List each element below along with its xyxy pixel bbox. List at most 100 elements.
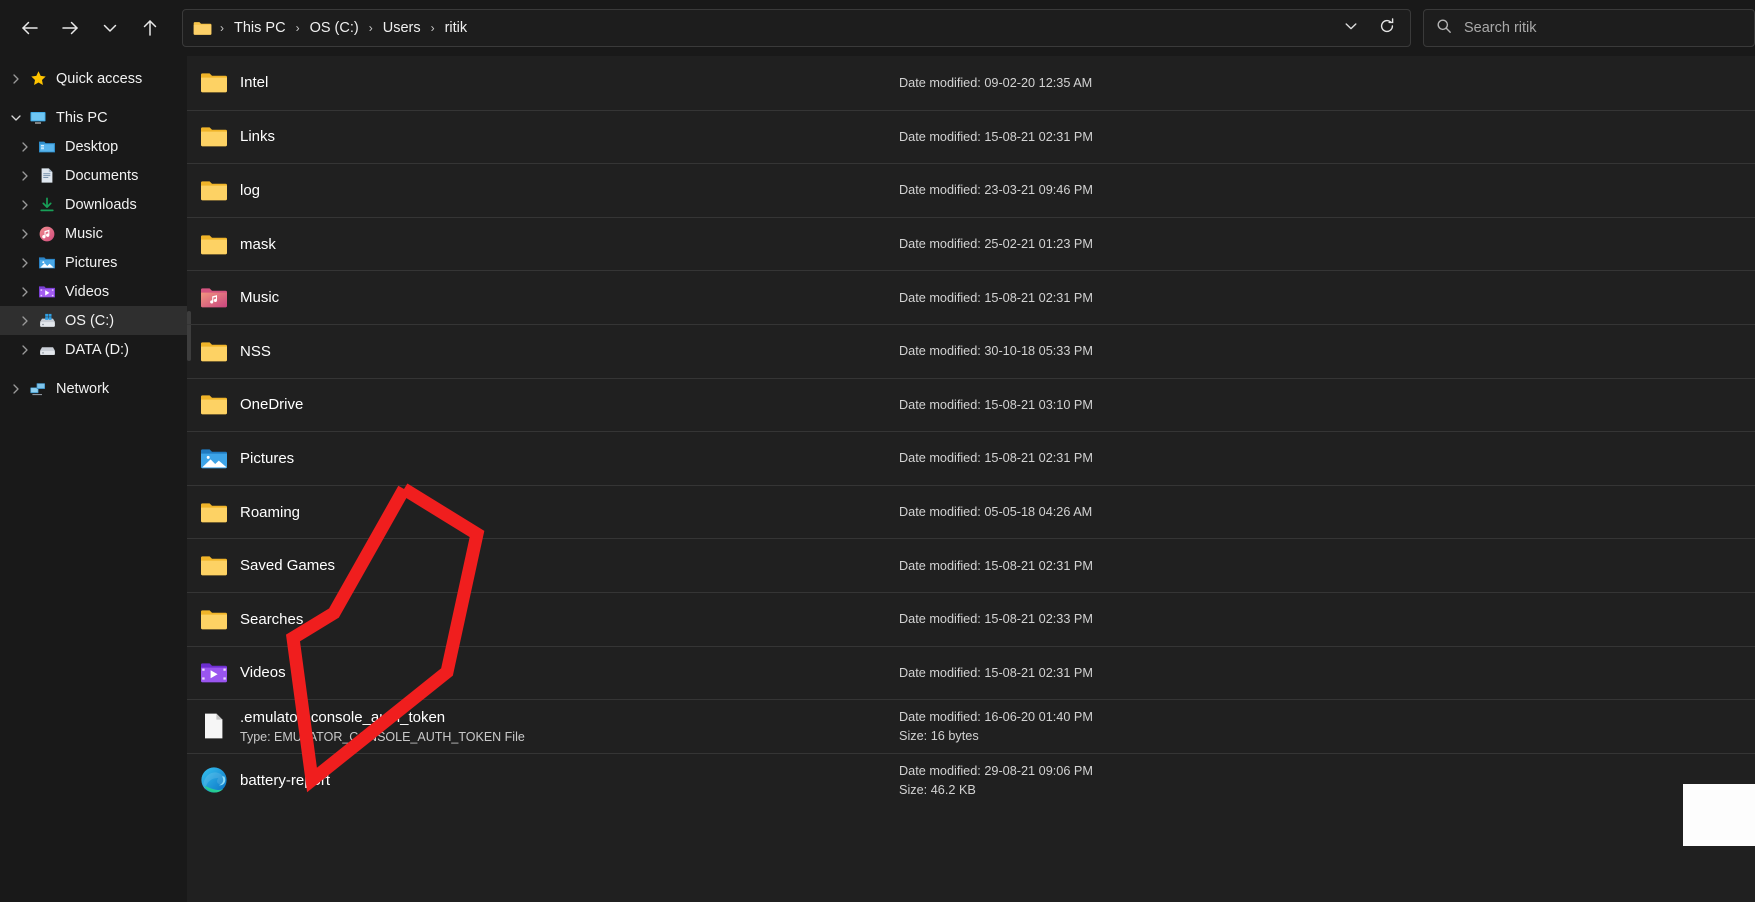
sidebar-item-videos[interactable]: Videos (0, 277, 187, 306)
sidebar-item-os-c[interactable]: OS (C:) (0, 306, 187, 335)
list-item-meta: Date modified: 09-02-20 12:35 AM (899, 76, 1092, 90)
drive-icon (36, 343, 58, 357)
list-item-meta: Date modified: 29-08-21 09:06 PM Size: 4… (899, 764, 1093, 797)
list-item-meta: Date modified: 15-08-21 02:31 PM (899, 451, 1093, 465)
list-item[interactable]: Videos Date modified: 15-08-21 02:31 PM (187, 645, 1755, 700)
chevron-down-icon (1343, 18, 1359, 39)
recent-locations-button[interactable] (90, 8, 130, 48)
address-folder-icon (193, 20, 212, 36)
breadcrumb-separator-2: › (368, 21, 373, 35)
chevron-right-icon[interactable] (14, 170, 36, 182)
up-button[interactable] (130, 8, 170, 48)
list-item[interactable]: Saved Games Date modified: 15-08-21 02:3… (187, 538, 1755, 592)
list-item-date: Date modified: 15-08-21 02:31 PM (899, 451, 1093, 466)
folder-icon (198, 125, 230, 148)
search-icon (1436, 18, 1452, 39)
breadcrumb-separator-1: › (295, 21, 300, 35)
list-item[interactable]: Pictures Date modified: 15-08-21 02:31 P… (187, 431, 1755, 485)
list-item[interactable]: Roaming Date modified: 05-05-18 04:26 AM (187, 484, 1755, 539)
list-item[interactable]: Searches Date modified: 15-08-21 02:33 P… (187, 591, 1755, 646)
chevron-right-icon[interactable] (5, 383, 27, 395)
chevron-right-icon[interactable] (14, 199, 36, 211)
breadcrumb-item-this-pc[interactable]: This PC (228, 17, 292, 39)
breadcrumb-separator-3: › (430, 21, 435, 35)
breadcrumb-item-ritik[interactable]: ritik (439, 17, 474, 39)
list-item-meta: Date modified: 16-06-20 01:40 PM Size: 1… (899, 710, 1093, 743)
documents-icon (36, 167, 58, 184)
sidebar-item-label: Desktop (65, 138, 119, 155)
list-item[interactable]: Links Date modified: 15-08-21 02:31 PM (187, 109, 1755, 164)
folder-icon (198, 393, 230, 416)
sidebar-item-pictures[interactable]: Pictures (0, 248, 187, 277)
address-dropdown-button[interactable] (1334, 13, 1368, 43)
sidebar-item-label: Quick access (56, 70, 143, 87)
arrow-up-icon (139, 17, 161, 39)
chevron-right-icon[interactable] (14, 141, 36, 153)
list-item-meta: Date modified: 23-03-21 09:46 PM (899, 183, 1093, 197)
sidebar-item-label: OS (C:) (65, 312, 115, 329)
list-item-date: Date modified: 23-03-21 09:46 PM (899, 183, 1093, 198)
arrow-right-icon (59, 17, 81, 39)
list-item-meta: Date modified: 05-05-18 04:26 AM (899, 505, 1092, 519)
folder-icon (198, 340, 230, 363)
music-folder-icon (198, 286, 230, 309)
back-button[interactable] (10, 8, 50, 48)
refresh-button[interactable] (1370, 13, 1404, 43)
arrow-left-icon (19, 17, 41, 39)
list-item[interactable]: mask Date modified: 25-02-21 01:23 PM (187, 216, 1755, 271)
list-item-date: Date modified: 15-08-21 02:31 PM (899, 290, 1093, 305)
search-input[interactable]: Search ritik (1423, 9, 1755, 47)
pictures-icon (36, 255, 58, 271)
sidebar-item-label: Documents (65, 167, 139, 184)
folder-icon (198, 233, 230, 256)
sidebar-item-music[interactable]: Music (0, 219, 187, 248)
breadcrumb-separator-0: › (220, 21, 224, 35)
chevron-right-icon[interactable] (14, 286, 36, 298)
sidebar-item-data-d[interactable]: DATA (D:) (0, 335, 187, 364)
sidebar-item-label: This PC (56, 109, 108, 126)
list-item[interactable]: .emulator_console_auth_token Type: EMULA… (187, 699, 1755, 753)
chevron-down-icon[interactable] (5, 112, 27, 124)
sidebar-item-this-pc[interactable]: This PC (0, 103, 187, 132)
downloads-icon (36, 196, 58, 214)
list-item-date: Date modified: 15-08-21 02:31 PM (899, 665, 1093, 680)
sidebar-item-quick-access[interactable]: Quick access (0, 64, 187, 93)
list-item[interactable]: log Date modified: 23-03-21 09:46 PM (187, 163, 1755, 217)
list-item[interactable]: OneDrive Date modified: 15-08-21 03:10 P… (187, 377, 1755, 432)
folder-icon (198, 179, 230, 202)
list-item-date: Date modified: 15-08-21 02:31 PM (899, 558, 1093, 573)
chevron-right-icon[interactable] (14, 228, 36, 240)
file-list[interactable]: Intel Date modified: 09-02-20 12:35 AM L… (187, 56, 1755, 902)
address-bar[interactable]: › This PC › OS (C:) › Users › ritik (182, 9, 1411, 47)
address-bar-actions (1334, 13, 1404, 43)
list-item[interactable]: battery-report Date modified: 29-08-21 0… (187, 752, 1755, 807)
list-item[interactable]: Intel Date modified: 09-02-20 12:35 AM (187, 56, 1755, 110)
sidebar-item-label: Downloads (65, 196, 137, 213)
breadcrumb-item-users[interactable]: Users (377, 17, 427, 39)
chevron-right-icon[interactable] (14, 344, 36, 356)
drive-windows-icon (36, 313, 58, 329)
chevron-right-icon[interactable] (14, 257, 36, 269)
list-item[interactable]: NSS Date modified: 30-10-18 05:33 PM (187, 323, 1755, 378)
forward-button[interactable] (50, 8, 90, 48)
list-item-date: Date modified: 25-02-21 01:23 PM (899, 237, 1093, 252)
sidebar-item-downloads[interactable]: Downloads (0, 190, 187, 219)
search-placeholder: Search ritik (1464, 20, 1537, 36)
sidebar-item-documents[interactable]: Documents (0, 161, 187, 190)
chevron-right-icon[interactable] (14, 315, 36, 327)
sidebar-item-network[interactable]: Network (0, 374, 187, 403)
chevron-right-icon[interactable] (5, 73, 27, 85)
sidebar-item-desktop[interactable]: Desktop (0, 132, 187, 161)
list-item-date: Date modified: 15-08-21 02:33 PM (899, 612, 1093, 627)
refresh-icon (1378, 17, 1396, 40)
folder-icon (198, 501, 230, 524)
breadcrumb-item-os-c[interactable]: OS (C:) (304, 17, 365, 39)
star-icon (27, 70, 49, 87)
list-item-date: Date modified: 15-08-21 03:10 PM (899, 397, 1093, 412)
chevron-down-icon (101, 19, 119, 37)
list-item-meta: Date modified: 15-08-21 02:33 PM (899, 612, 1093, 626)
list-item-date: Date modified: 16-06-20 01:40 PM (899, 709, 1093, 724)
list-item[interactable]: Music Date modified: 15-08-21 02:31 PM (187, 270, 1755, 324)
music-icon (36, 225, 58, 243)
